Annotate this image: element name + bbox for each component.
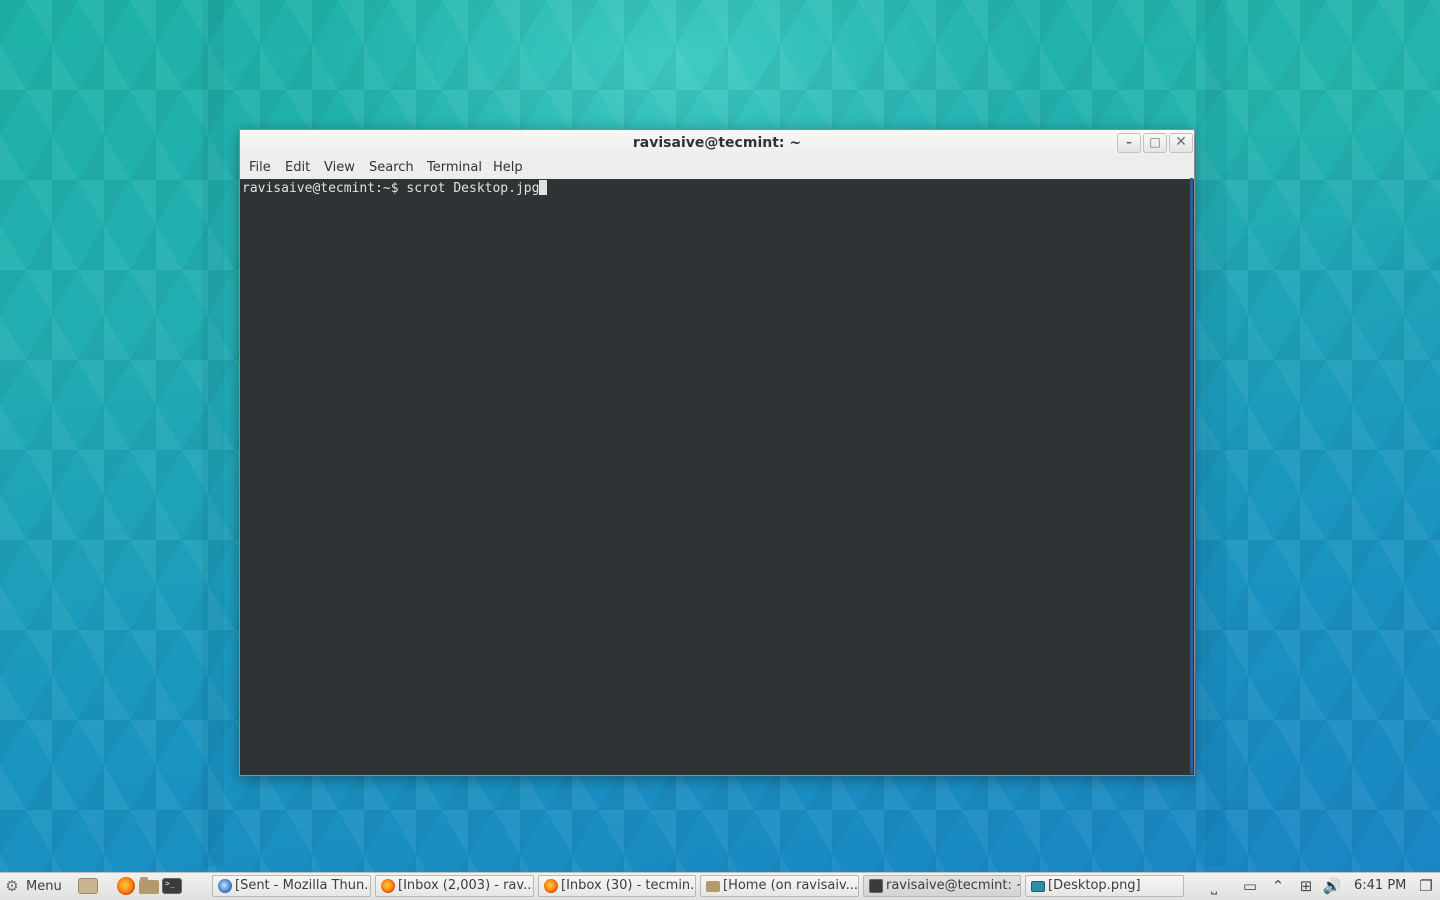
task-item-image-viewer[interactable]: [Desktop.png] [1025,875,1184,897]
close-button[interactable]: ✕ [1169,133,1193,153]
menu-bar: File Edit View Search Terminal Help [240,157,1194,180]
task-label: [Home (on ravisaiv... [723,878,859,893]
task-item-thunderbird[interactable]: [Sent - Mozilla Thun... [212,875,371,897]
taskbar: ⚙ Menu [Sent - Mozilla Thun... [Inbox (2,… [0,872,1440,900]
window-titlebar[interactable]: ravisaive@tecmint: ~ – □ ✕ [240,130,1194,157]
task-label: [Inbox (30) - tecmin... [561,878,696,893]
thunderbird-icon [218,879,232,893]
gear-icon: ⚙ [5,877,19,895]
display-icon[interactable]: ▭ [1240,876,1260,896]
firefox-icon [544,879,558,893]
text-cursor [539,180,548,195]
task-item-home-folder[interactable]: [Home (on ravisaiv... [700,875,859,897]
task-item-firefox-inbox-2[interactable]: [Inbox (30) - tecmin... [538,875,696,897]
maximize-button[interactable]: □ [1143,133,1167,153]
menu-help[interactable]: Help [493,160,523,175]
desktop-pattern-band [1205,0,1227,866]
chevron-up-icon[interactable]: ⌃ [1268,876,1288,896]
menu-terminal[interactable]: Terminal [427,160,482,175]
minimize-button[interactable]: – [1117,133,1141,153]
terminal-window[interactable]: ravisaive@tecmint: ~ – □ ✕ File Edit Vie… [239,129,1195,776]
task-label: ravisaive@tecmint: ~ [886,878,1021,893]
terminal-launcher-icon[interactable] [162,878,182,894]
menu-search[interactable]: Search [369,160,414,175]
task-label: [Desktop.png] [1048,878,1141,893]
firefox-launcher-icon[interactable] [117,877,135,895]
terminal-icon [869,879,883,893]
file-manager-launcher-icon[interactable] [78,878,98,894]
image-viewer-icon [1031,881,1045,892]
folder-icon [706,881,720,892]
clock[interactable]: 6:41 PM [1354,873,1406,899]
volume-icon[interactable]: 🔊 [1322,876,1342,896]
terminal-line: ravisaive@tecmint:~$ scrot Desktop.jpg [242,180,548,197]
home-folder-launcher-icon[interactable] [139,877,159,894]
desktop-pattern-band [202,0,224,866]
network-icon[interactable]: ⊞ [1296,876,1316,896]
workspace-icon[interactable]: ⎵ [1204,876,1224,896]
menu-button[interactable]: ⚙ Menu [4,877,62,896]
terminal-prompt: ravisaive@tecmint:~$ [242,181,399,196]
window-title: ravisaive@tecmint: ~ [632,135,802,151]
task-label: [Sent - Mozilla Thun... [235,878,371,893]
task-label: [Inbox (2,003) - rav... [398,878,534,893]
menu-file[interactable]: File [249,160,271,175]
task-item-terminal[interactable]: ravisaive@tecmint: ~ [863,875,1021,897]
menu-edit[interactable]: Edit [285,160,310,175]
scrollbar[interactable] [1190,178,1193,774]
terminal-command: scrot Desktop.jpg [406,181,540,196]
task-item-firefox-inbox-1[interactable]: [Inbox (2,003) - rav... [375,875,534,897]
menu-button-label: Menu [26,879,62,894]
firefox-icon [381,879,395,893]
show-desktop-icon[interactable]: ❐ [1416,876,1436,896]
menu-view[interactable]: View [324,160,355,175]
terminal-area[interactable]: ravisaive@tecmint:~$ scrot Desktop.jpg [240,179,1194,775]
